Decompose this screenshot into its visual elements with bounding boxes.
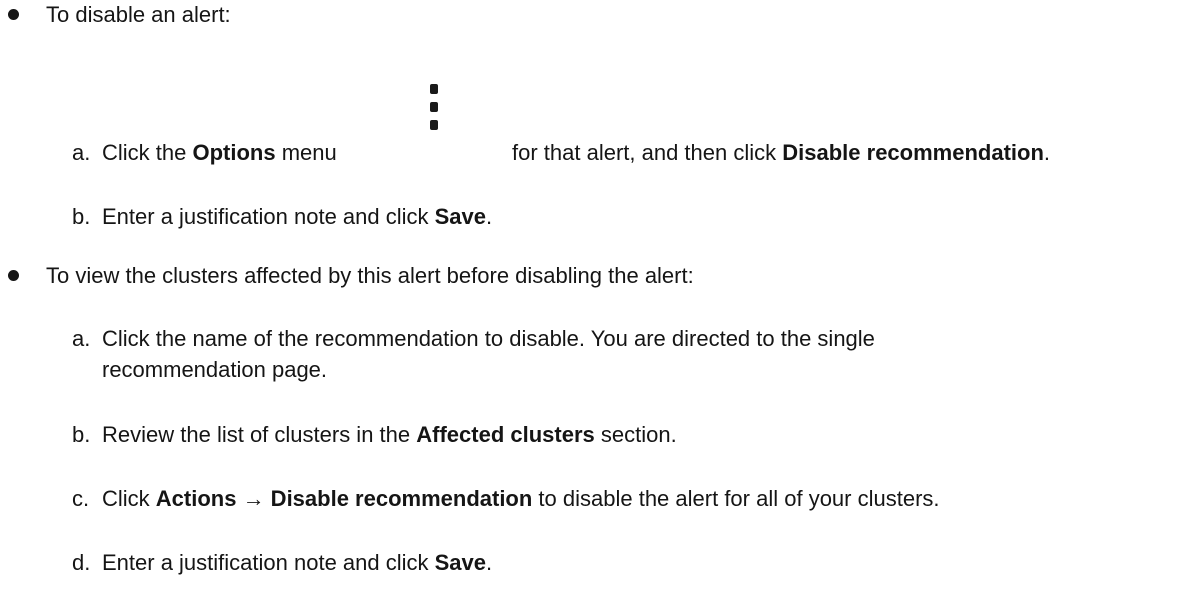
bullet-intro: To disable an alert: [46, 2, 231, 27]
step-text: Enter a justification note and click Sav… [102, 204, 493, 229]
save-label: Save [434, 204, 487, 229]
options-menu-label: Options [192, 140, 276, 165]
step-text: Enter a justification note and click Sav… [102, 550, 493, 575]
step-marker: a. [72, 140, 91, 165]
affected-clusters-label: Affected clusters [416, 422, 595, 447]
actions-disable-label: Actions → Disable recommendation [155, 486, 533, 511]
bullet-intro: To view the clusters affected by this al… [46, 263, 694, 288]
bullet-dot [8, 270, 19, 281]
step-text: Review the list of clusters in the Affec… [102, 422, 677, 447]
disable-recommendation-label: Disable recommendation [782, 140, 1044, 165]
step-text-cont: for that alert, and then click Disable r… [512, 140, 1051, 165]
step-text-wrap: recommendation page. [102, 357, 328, 382]
step-text: Click Actions → Disable recommendation t… [102, 486, 940, 511]
step-text: Click the name of the recommendation to … [102, 326, 875, 351]
step-marker: c. [72, 486, 90, 511]
save-label: Save [434, 550, 487, 575]
step-marker: a. [72, 326, 91, 351]
kebab-vertical-icon [430, 84, 441, 130]
step-marker: b. [72, 204, 91, 229]
step-marker: d. [72, 550, 91, 575]
step-marker: b. [72, 422, 91, 447]
step-text: Click the Options menu [102, 140, 337, 165]
bullet-dot [8, 9, 19, 20]
